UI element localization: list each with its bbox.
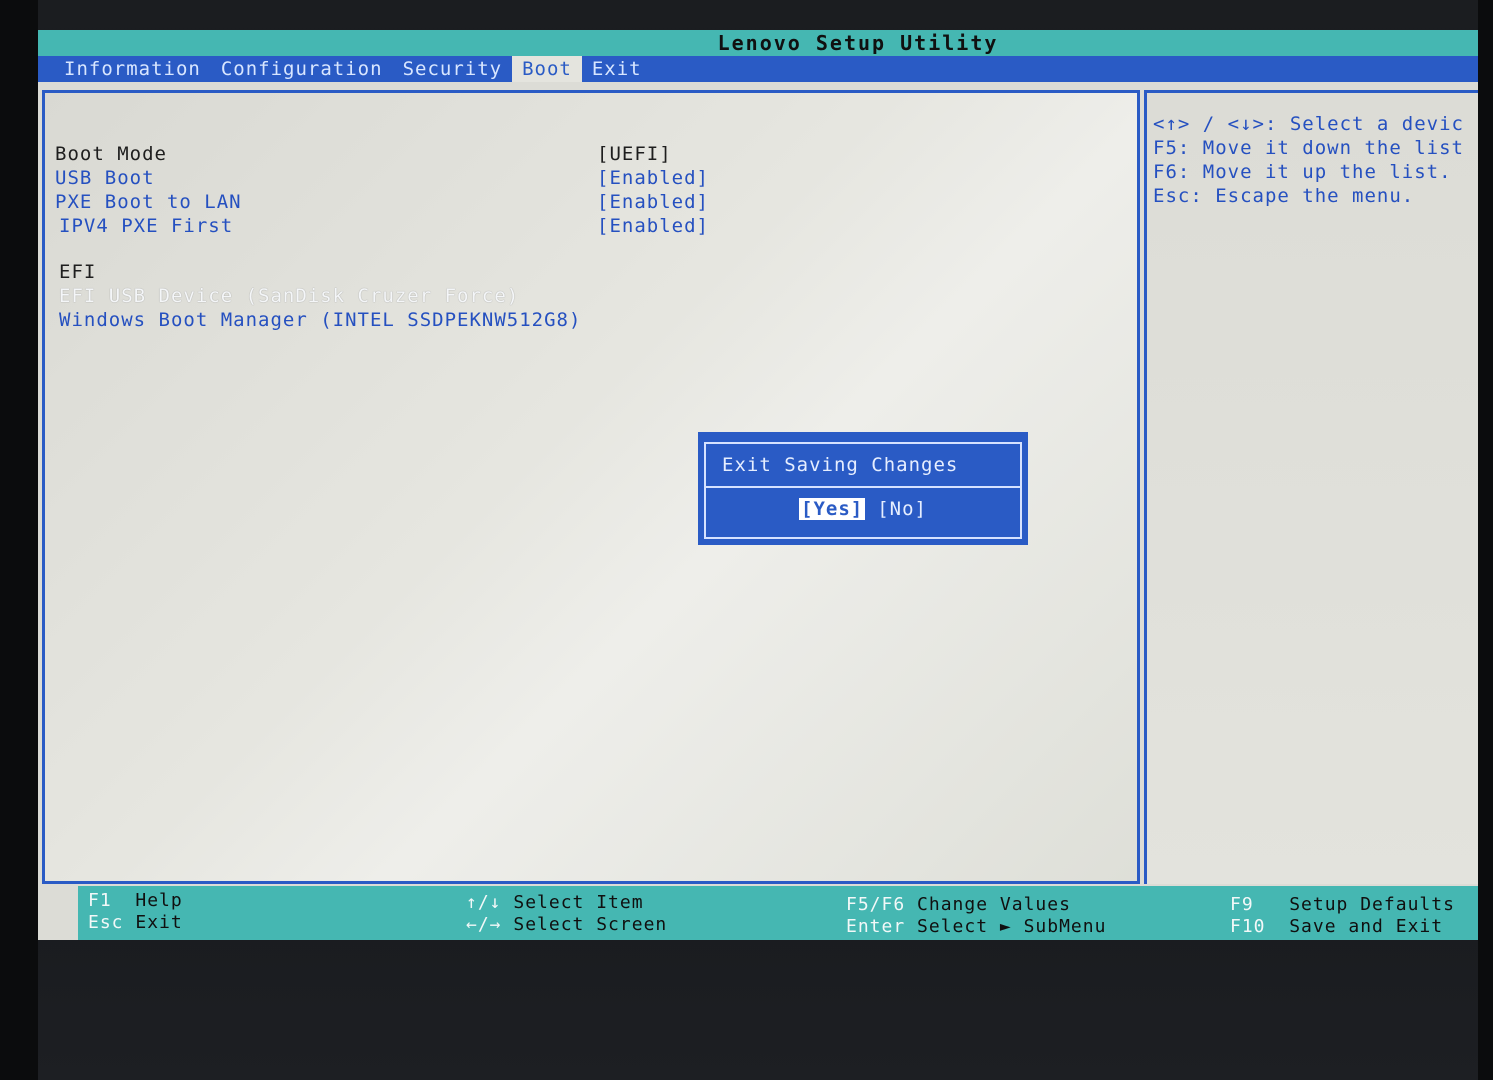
tab-information[interactable]: Information bbox=[38, 56, 211, 82]
help-line: <↑> / <↓>: Select a devic bbox=[1153, 113, 1464, 135]
setting-value: [Enabled] bbox=[597, 215, 709, 237]
monitor: Lenovo Setup Utility Information Configu… bbox=[0, 0, 1493, 1080]
key-action: Exit bbox=[135, 912, 183, 933]
dialog-frame: Exit Saving Changes [Yes] [No] bbox=[704, 442, 1022, 539]
legend-f10: F10 Save and Exit bbox=[1230, 916, 1443, 937]
divider bbox=[38, 82, 1478, 88]
legend-enter: Enter Select ► SubMenu bbox=[846, 916, 1106, 937]
key-label: F5/F6 bbox=[846, 894, 906, 915]
key-action: Help bbox=[135, 890, 183, 911]
app-title: Lenovo Setup Utility bbox=[717, 31, 999, 55]
key-action: Select Screen bbox=[513, 914, 668, 935]
menu-spacer bbox=[652, 56, 1478, 82]
setting-value: [Enabled] bbox=[597, 167, 709, 189]
tab-exit[interactable]: Exit bbox=[582, 56, 652, 82]
tab-boot[interactable]: Boot bbox=[512, 56, 582, 82]
key-action: Select Item bbox=[513, 892, 644, 913]
key-label: F9 bbox=[1230, 894, 1254, 915]
help-line: Esc: Escape the menu. bbox=[1153, 185, 1415, 207]
key-label: Esc bbox=[88, 912, 124, 933]
setting-value: [UEFI] bbox=[597, 143, 672, 165]
legend-esc: Esc Exit bbox=[88, 912, 183, 933]
key-legend-bar: F1 Help Esc Exit ↑/↓ Select Item ←/→ Sel… bbox=[78, 886, 1478, 940]
key-action: Select ► SubMenu bbox=[917, 916, 1107, 937]
key-action: Setup Defaults bbox=[1289, 894, 1455, 915]
menu-bar: Information Configuration Security Boot … bbox=[38, 56, 1478, 82]
legend-f1: F1 Help bbox=[88, 890, 183, 911]
exit-saving-dialog: Exit Saving Changes [Yes] [No] bbox=[698, 432, 1028, 545]
boot-device-windows[interactable]: Windows Boot Manager (INTEL SSDPEKNW512G… bbox=[59, 309, 581, 333]
setting-label: USB Boot bbox=[55, 167, 155, 189]
setting-label: IPV4 PXE First bbox=[59, 215, 234, 237]
legend-change-values: F5/F6 Change Values bbox=[846, 894, 1071, 915]
key-action: Save and Exit bbox=[1289, 916, 1444, 937]
key-label: F1 bbox=[88, 890, 112, 911]
efi-heading: EFI bbox=[59, 261, 97, 283]
no-button[interactable]: [No] bbox=[877, 498, 927, 520]
yes-button[interactable]: [Yes] bbox=[799, 498, 866, 520]
setting-label: PXE Boot to LAN bbox=[55, 191, 242, 213]
setting-value: [Enabled] bbox=[597, 191, 709, 213]
updown-arrows-icon: ↑/↓ bbox=[466, 892, 502, 913]
dialog-buttons: [Yes] [No] bbox=[706, 494, 1020, 524]
key-action: Change Values bbox=[917, 894, 1071, 915]
monitor-bezel-right bbox=[1478, 0, 1493, 1080]
legend-select-item: ↑/↓ Select Item bbox=[466, 892, 644, 913]
bios-screen: Lenovo Setup Utility Information Configu… bbox=[38, 30, 1478, 940]
dialog-title: Exit Saving Changes bbox=[706, 444, 1020, 488]
tab-security[interactable]: Security bbox=[393, 56, 513, 82]
help-line: F6: Move it up the list. bbox=[1153, 161, 1452, 183]
tab-configuration[interactable]: Configuration bbox=[211, 56, 393, 82]
help-line: F5: Move it down the list bbox=[1153, 137, 1464, 159]
key-label: Enter bbox=[846, 916, 906, 937]
monitor-bezel-left bbox=[0, 0, 38, 1080]
title-bar: Lenovo Setup Utility bbox=[38, 30, 1478, 56]
boot-device-usb[interactable]: EFI USB Device (SanDisk Cruzer Force) bbox=[59, 285, 519, 309]
help-panel: <↑> / <↓>: Select a devic F5: Move it do… bbox=[1144, 90, 1478, 884]
key-label: F10 bbox=[1230, 916, 1266, 937]
legend-select-screen: ←/→ Select Screen bbox=[466, 914, 667, 935]
legend-f9: F9 Setup Defaults bbox=[1230, 894, 1455, 915]
setting-label: Boot Mode bbox=[55, 143, 167, 165]
leftright-arrows-icon: ←/→ bbox=[466, 914, 502, 935]
